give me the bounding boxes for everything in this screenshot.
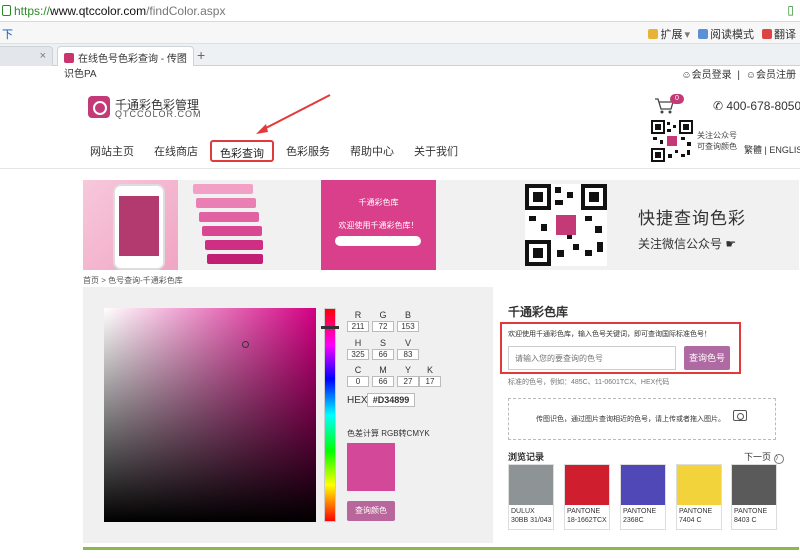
search-example-text: 标准的色号，例如：485C、11-0601TCX、HEX代码	[508, 379, 670, 386]
lang-english[interactable]: ENGLISH	[769, 145, 800, 155]
hex-value[interactable]: #D34899	[367, 393, 415, 407]
hex-label: HEX	[347, 395, 368, 406]
g-label: G	[379, 310, 387, 320]
phone-number: ✆ 400-678-8050	[713, 99, 800, 113]
user-icon: ☺	[681, 70, 692, 81]
close-tab-icon[interactable]: ×	[181, 50, 187, 62]
lang-traditional[interactable]: 繁體	[744, 145, 762, 155]
nav-store[interactable]: 在线商店	[146, 140, 206, 162]
upload-hint: 传图识色，通过图片查询相近的色号，请上传或者拖入图片。	[536, 416, 725, 423]
qr-code-icon	[651, 120, 693, 162]
translate-icon	[762, 29, 772, 39]
member-links: ☺会员登录 | ☺会员注册	[681, 70, 796, 81]
c-label: C	[354, 365, 362, 375]
lock-icon	[2, 5, 11, 16]
search-color-button[interactable]: 查询色号	[684, 346, 730, 370]
color-search-input[interactable]	[508, 346, 676, 370]
pointing-hand-icon: ☛	[725, 237, 737, 251]
nav-color-query[interactable]: 色彩查询	[210, 140, 274, 162]
reading-mode-button[interactable]: 阅读模式	[698, 26, 754, 42]
b-label: B	[404, 310, 411, 320]
main-nav: 网站主页 在线商店 色彩查询 色彩服务 帮助中心 关于我们	[82, 140, 470, 162]
register-link[interactable]: 会员注册	[756, 70, 796, 81]
nav-color-service[interactable]: 色彩服务	[278, 140, 338, 162]
breadcrumb-home[interactable]: 首页	[83, 276, 99, 285]
tab-bar: × 在线色号色彩查询 - 传图识色PA × +	[0, 44, 800, 80]
translate-button[interactable]: 翻译	[762, 26, 796, 42]
h-value[interactable]: 325	[347, 349, 369, 360]
login-link[interactable]: 会员登录	[692, 70, 732, 81]
picker-cursor[interactable]	[242, 341, 249, 348]
v-label: V	[404, 338, 411, 348]
language-switch: 繁體 | ENGLISH	[744, 143, 800, 156]
new-tab-button[interactable]: +	[197, 47, 205, 63]
security-shield-icon[interactable]: ▯	[787, 3, 794, 17]
k-value[interactable]: 17	[419, 376, 441, 387]
color-calc-links[interactable]: 色差计算 RGB转CMYK	[347, 428, 430, 439]
r-value[interactable]: 211	[347, 321, 369, 332]
address-bar[interactable]: https://www.qtccolor.com/findColor.aspx …	[0, 0, 800, 22]
chevron-right-icon: 〉	[773, 454, 784, 464]
phone-icon: ✆	[713, 99, 724, 113]
k-label: K	[426, 365, 433, 375]
logo-mark-icon	[88, 96, 110, 118]
v-value[interactable]: 83	[397, 349, 419, 360]
hue-slider[interactable]	[324, 308, 336, 522]
promo-banner[interactable]: 千通彩色库 欢迎使用千通彩色库！ 快捷查询色彩 关注微信公众号 ☛	[83, 180, 799, 270]
cart-count-badge: 0	[670, 94, 684, 104]
breadcrumb-current: 色号查询-千通彩色库	[108, 276, 183, 285]
search-hint: 欢迎使用千通彩色库，输入色号关键词，即可查询国际标准色号！	[508, 331, 711, 338]
site-favicon-icon	[64, 53, 74, 63]
book-icon	[698, 29, 708, 39]
qr-caption: 关注公众号 可查询颜色	[697, 131, 737, 151]
camera-icon[interactable]	[733, 410, 747, 421]
c-value[interactable]: 0	[347, 376, 369, 387]
phone-app-mockup: 千通彩色库 欢迎使用千通彩色库！	[321, 180, 436, 270]
tab-active[interactable]: 在线色号色彩查询 - 传图识色PA ×	[57, 46, 194, 80]
bookmark-bar: 下 扩展 ▾ 阅读模式 翻译	[0, 22, 800, 44]
h-label: H	[354, 338, 362, 348]
hue-slider-handle[interactable]	[321, 326, 339, 329]
site-logo[interactable]: 千通彩色彩管理 QTCCOLOR.COM	[88, 96, 201, 122]
nav-about[interactable]: 关于我们	[406, 140, 466, 162]
s-label: S	[379, 338, 386, 348]
footer-rule	[83, 547, 799, 550]
history-swatch[interactable]: PANTONE 18-1662TCX	[564, 464, 610, 530]
puzzle-icon	[648, 29, 659, 39]
header-divider	[0, 168, 800, 169]
y-label: Y	[404, 365, 411, 375]
banner-qr-code-icon	[525, 184, 607, 266]
g-value[interactable]: 72	[372, 321, 394, 332]
history-swatch[interactable]: PANTONE 7404 C	[676, 464, 722, 530]
library-title: 千通彩色库	[508, 305, 569, 319]
history-swatch[interactable]: PANTONE 8403 C	[731, 464, 777, 530]
saturation-value-picker[interactable]	[104, 308, 316, 522]
next-page-link[interactable]: 下一页 〉	[744, 450, 784, 464]
user-icon: ☺	[745, 70, 756, 81]
nav-home[interactable]: 网站主页	[82, 140, 142, 162]
swatch-fan	[193, 184, 263, 264]
history-title: 浏览记录	[508, 452, 545, 462]
history-swatch[interactable]: DULUX 30BB 31/043	[508, 464, 554, 530]
breadcrumb: 首页 > 色号查询-千通彩色库	[83, 276, 183, 285]
query-color-button[interactable]: 查询颜色	[347, 501, 395, 521]
s-value[interactable]: 66	[372, 349, 394, 360]
m-value[interactable]: 66	[372, 376, 394, 387]
toolbar-tools: 扩展 ▾ 阅读模式 翻译	[648, 26, 796, 42]
close-tab-icon[interactable]: ×	[40, 50, 46, 62]
history-swatch[interactable]: PANTONE 2368C	[620, 464, 666, 530]
chevron-down-icon: ▾	[684, 28, 690, 41]
bookmark-item[interactable]: 下	[2, 26, 13, 42]
color-preview-swatch	[347, 443, 395, 491]
b-value[interactable]: 153	[397, 321, 419, 332]
extensions-button[interactable]: 扩展 ▾	[648, 26, 690, 42]
tab-previous[interactable]: ×	[0, 46, 53, 66]
nav-help[interactable]: 帮助中心	[342, 140, 402, 162]
m-label: M	[379, 365, 387, 375]
r-label: R	[354, 310, 362, 320]
y-value[interactable]: 27	[397, 376, 419, 387]
url-text[interactable]: https://www.qtccolor.com/findColor.aspx	[14, 4, 225, 18]
phone-mockup	[113, 184, 165, 270]
